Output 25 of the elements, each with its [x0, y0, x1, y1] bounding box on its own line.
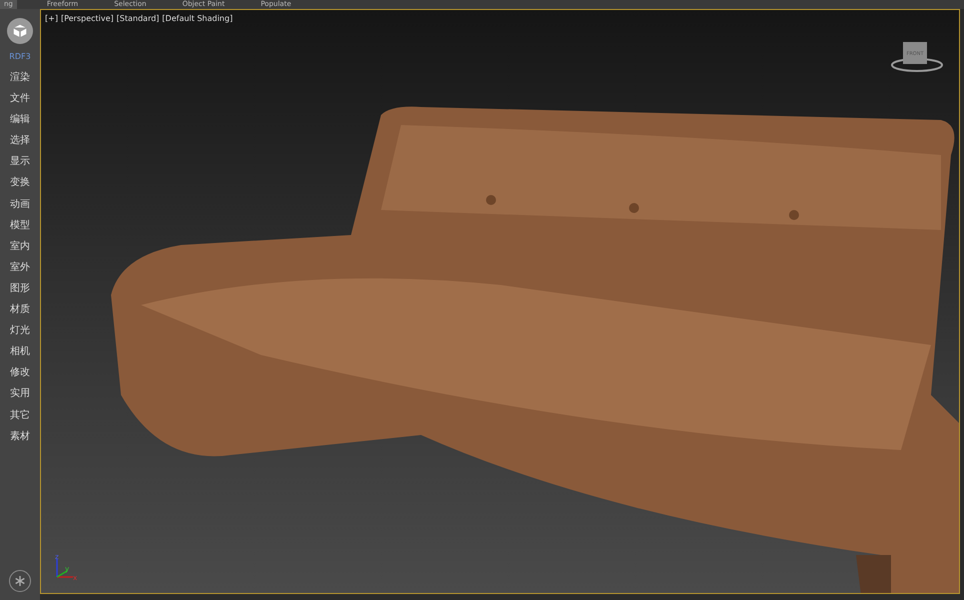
menu-item[interactable]: 室内	[10, 236, 30, 257]
menu-item[interactable]: 模型	[10, 214, 30, 236]
menu-item[interactable]: 显示	[10, 151, 30, 172]
menu-item[interactable]: 变换	[10, 172, 30, 194]
menu-item[interactable]: 渲染	[10, 67, 30, 88]
menu-item[interactable]: 文件	[10, 88, 30, 110]
menu-item[interactable]: 其它	[10, 404, 30, 426]
viewport-label[interactable]: [Perspective]	[60, 14, 114, 23]
viewport-label[interactable]: [Default Shading]	[162, 14, 233, 23]
menu-item[interactable]: 实用	[10, 383, 30, 404]
viewport-label[interactable]: [+]	[45, 14, 58, 23]
menu-item[interactable]: 动画	[10, 194, 30, 215]
menu-item[interactable]: 图形	[10, 278, 30, 300]
menu-item[interactable]: 材质	[10, 299, 30, 320]
menu-item[interactable]: 室外	[10, 256, 30, 278]
menu-item[interactable]: 编辑	[10, 109, 30, 130]
menu-item[interactable]: 相机	[10, 341, 30, 362]
menu-item[interactable]: 素材	[10, 426, 30, 447]
settings-icon[interactable]	[9, 570, 31, 592]
cube-logo-icon[interactable]	[7, 18, 33, 44]
viewport-label[interactable]: [Standard]	[116, 14, 160, 23]
menu-item[interactable]: 选择	[10, 130, 30, 152]
menu-item[interactable]: 修改	[10, 362, 30, 384]
plugin-label: RDF3	[9, 52, 31, 61]
menu-item[interactable]: 灯光	[10, 320, 30, 342]
